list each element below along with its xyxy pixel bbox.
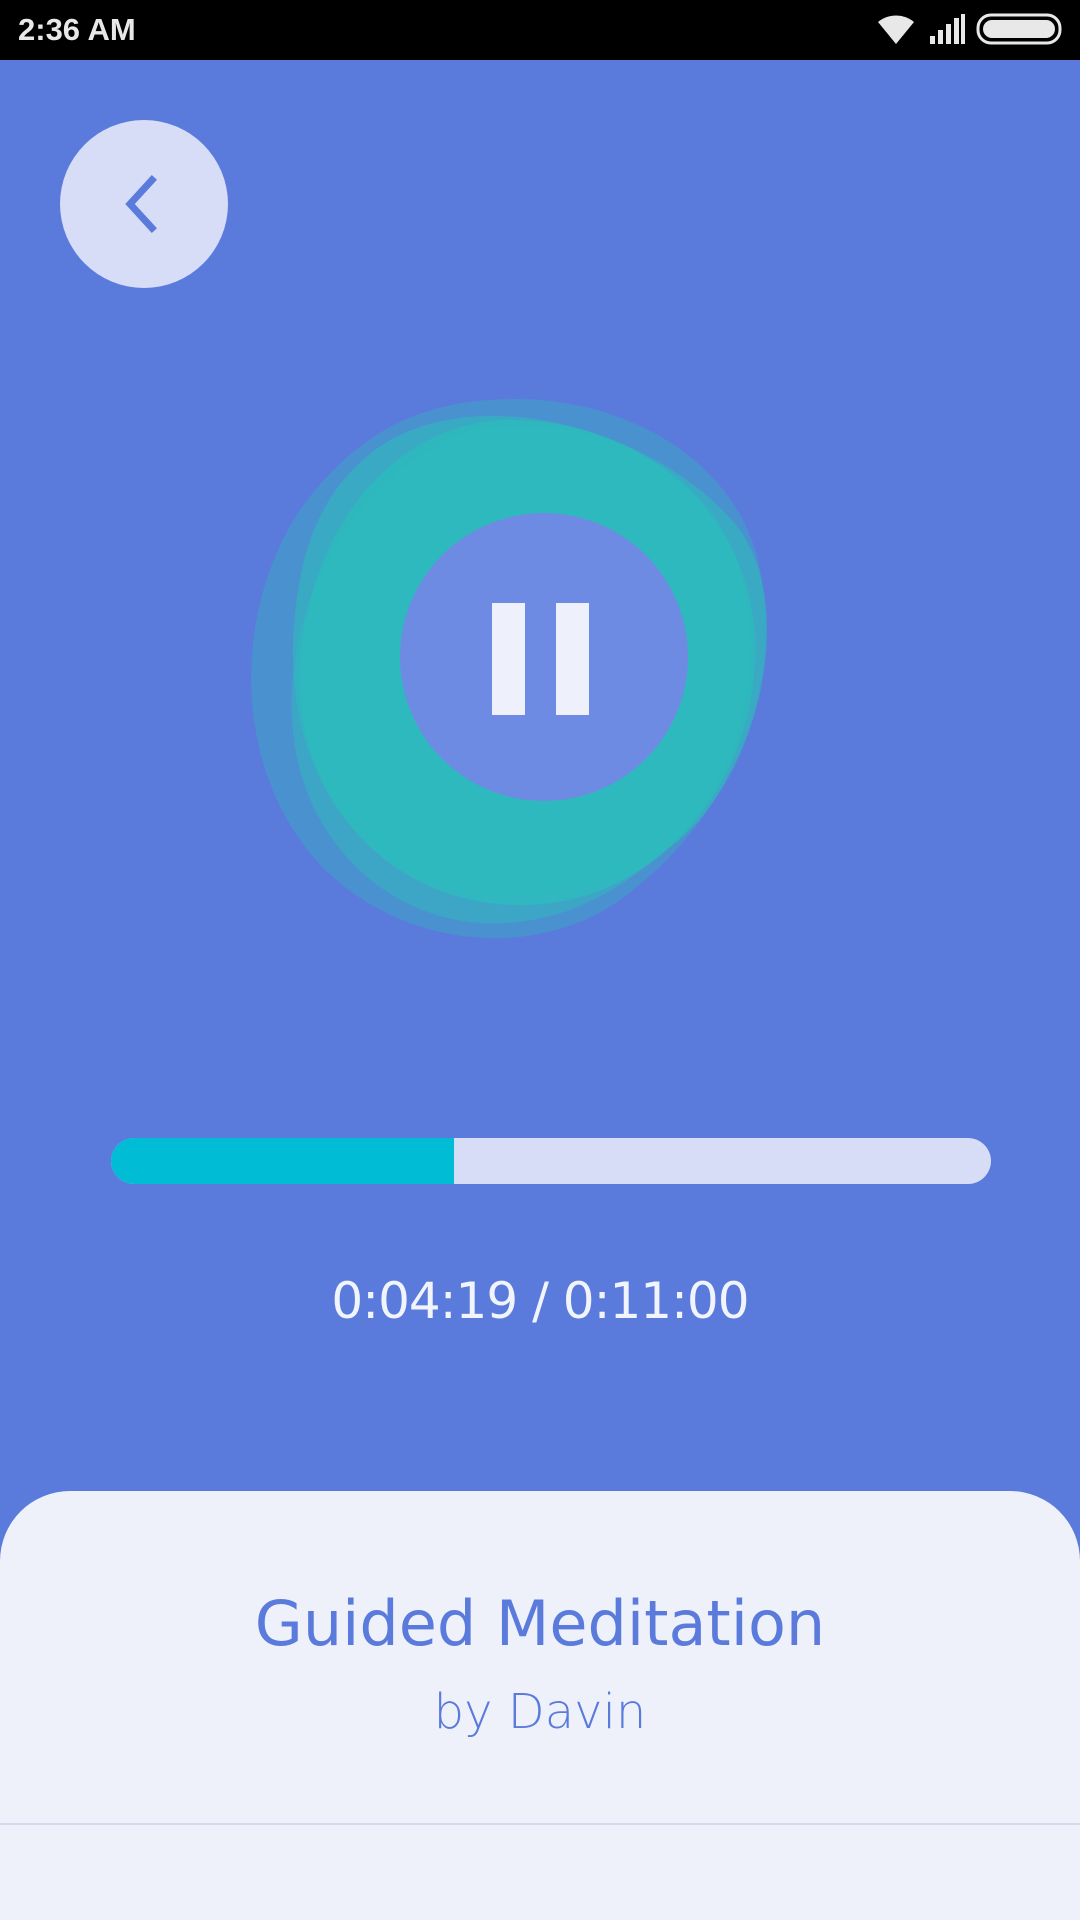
track-info-sheet: Guided Meditation by Davin	[0, 1491, 1080, 1920]
track-author: by Davin	[433, 1684, 647, 1740]
progress-fill	[111, 1138, 455, 1184]
pause-bar-right	[556, 603, 589, 715]
wifi-icon	[878, 15, 914, 44]
divider	[0, 1823, 1080, 1825]
chevron-left-icon	[125, 175, 157, 233]
time-readout: 0:04:19 / 0:11:00	[331, 1272, 749, 1330]
battery-icon	[976, 13, 1062, 45]
status-bar: 2:36 AM	[0, 0, 1080, 60]
back-button[interactable]	[60, 120, 228, 288]
status-time: 2:36 AM	[18, 12, 136, 47]
track-title: Guided Meditation	[254, 1587, 826, 1660]
pause-button[interactable]	[400, 513, 688, 801]
progress-bar[interactable]	[111, 1138, 991, 1184]
signal-icon	[930, 14, 965, 44]
pause-bar-left	[492, 603, 525, 715]
